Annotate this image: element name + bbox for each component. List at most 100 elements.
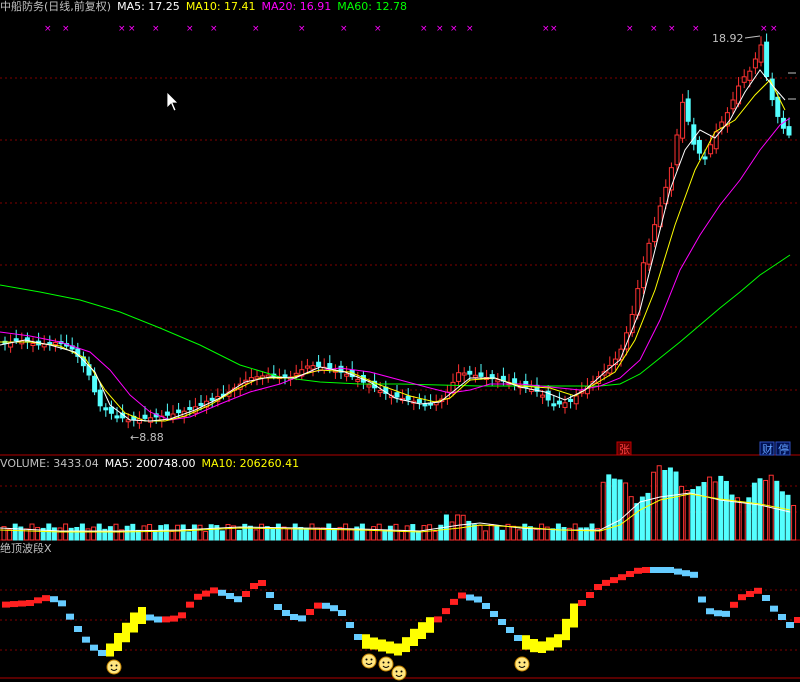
signal-marker: × xyxy=(466,24,474,34)
candle-body xyxy=(108,406,114,414)
band-indicator xyxy=(2,567,800,657)
candle-body xyxy=(640,262,646,289)
volume-bar xyxy=(253,529,259,541)
indicator-block xyxy=(194,593,202,600)
high-price-label: 18.92 xyxy=(712,32,744,45)
smiley-icon xyxy=(514,656,530,672)
volume-bar xyxy=(740,501,746,541)
signal-marker: × xyxy=(420,24,428,34)
smiley-icon xyxy=(106,659,122,675)
candle-body xyxy=(176,409,182,414)
indicator-block xyxy=(490,611,498,617)
indicator-block xyxy=(34,597,42,604)
candle-body xyxy=(422,403,428,407)
indicator-block xyxy=(594,584,602,590)
volume-bar xyxy=(791,504,797,541)
candle-body xyxy=(327,363,333,369)
volume-bar xyxy=(91,526,97,541)
volume-bar xyxy=(404,525,410,541)
volume-bar xyxy=(735,497,741,541)
signal-marker: × xyxy=(450,24,458,34)
indicator-block xyxy=(466,594,474,601)
indicator-block xyxy=(370,637,378,650)
volume-bar xyxy=(550,528,556,541)
indicator-block xyxy=(18,600,26,607)
volume-bar xyxy=(393,523,399,541)
volume-bar xyxy=(186,531,192,541)
badge-ting[interactable]: 停 xyxy=(775,441,791,456)
volume-bar xyxy=(203,530,209,541)
indicator-block xyxy=(626,571,634,577)
indicator-block xyxy=(674,568,682,575)
indicator-block xyxy=(570,603,578,628)
candle-body xyxy=(752,58,758,69)
ma60-line xyxy=(0,254,791,387)
stock-chart[interactable]: × × × × × × × × × × × × × × × × × × × × × × × 18.92 ←8.88 xyxy=(0,0,800,682)
indicator-block xyxy=(650,567,658,573)
volume-bar xyxy=(225,524,231,541)
indicator-block xyxy=(186,601,194,608)
candle-body xyxy=(52,342,58,346)
signal-marker: × xyxy=(128,24,136,34)
indicator-block xyxy=(538,641,546,653)
indicator-block xyxy=(514,635,522,641)
mouse-cursor-icon xyxy=(166,91,179,112)
volume-bar xyxy=(628,496,634,541)
signal-markers: × × × × × × × × × × × × × × × × × × × × × × × xyxy=(44,24,778,34)
signal-marker: × xyxy=(186,24,194,34)
indicator-block xyxy=(418,622,426,639)
svg-text:财: 财 xyxy=(762,442,773,456)
ma20-value: MA20: 16.91 xyxy=(261,0,332,13)
indicator-block xyxy=(458,592,466,599)
volume-bar xyxy=(606,474,612,541)
indicator-block xyxy=(706,608,714,615)
indicator-block xyxy=(530,639,538,653)
candle-body xyxy=(472,374,478,378)
candle-body xyxy=(556,400,562,405)
indicator-block xyxy=(794,617,800,623)
volume-bar xyxy=(259,523,265,541)
indicator-block xyxy=(218,589,226,596)
indicator-block xyxy=(90,644,98,651)
indicator-block xyxy=(10,601,18,608)
candle-body xyxy=(786,126,792,136)
indicator-block xyxy=(282,610,290,616)
candle-body xyxy=(316,361,322,367)
volume-bar xyxy=(169,530,175,541)
signal-marker: × xyxy=(340,24,348,34)
signal-marker: × xyxy=(152,24,160,34)
volume-bar xyxy=(757,478,763,541)
signal-marker: × xyxy=(668,24,676,34)
volume-bar xyxy=(287,528,293,541)
svg-text:张: 张 xyxy=(619,443,630,456)
candle-body xyxy=(456,372,462,382)
candle-body xyxy=(355,378,361,382)
volume-bar xyxy=(180,524,186,541)
volume-bar xyxy=(236,529,242,541)
indicator-block xyxy=(666,567,674,573)
volume-bar xyxy=(488,524,494,541)
badge-zhang[interactable]: 张 xyxy=(616,441,632,456)
candle-body xyxy=(646,242,652,265)
badge-cai[interactable]: 财 xyxy=(759,441,775,456)
indicator-block xyxy=(202,590,210,597)
indicator-block xyxy=(154,616,162,623)
volume-bar xyxy=(29,523,35,541)
candle-body xyxy=(512,378,518,385)
indicator-block xyxy=(50,596,58,603)
volume-bar xyxy=(751,482,757,541)
volume-bar xyxy=(163,524,169,541)
volume-bar xyxy=(309,523,315,541)
indicator-block xyxy=(130,612,138,633)
indicator-block xyxy=(306,609,314,615)
volume-bar xyxy=(522,523,528,541)
candle-body xyxy=(674,134,680,166)
ma60-value: MA60: 12.78 xyxy=(337,0,407,13)
indicator-block xyxy=(682,570,690,577)
candle-body xyxy=(747,70,753,81)
candle-body xyxy=(680,101,686,139)
indicator-block xyxy=(106,643,114,657)
volume-bar xyxy=(57,527,63,541)
volume-bar xyxy=(477,525,483,541)
volume-bar xyxy=(270,528,276,541)
